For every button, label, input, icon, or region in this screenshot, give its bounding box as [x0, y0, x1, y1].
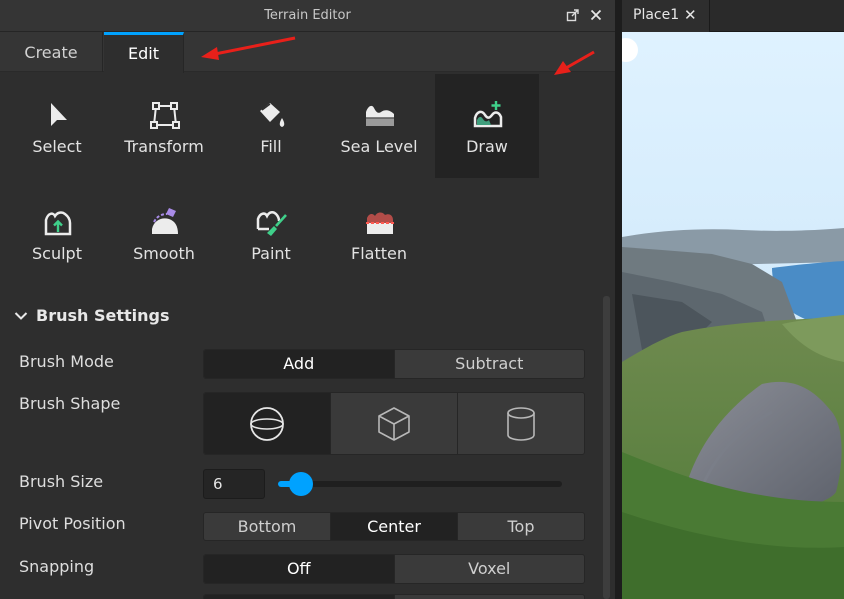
pivot-center[interactable]: Center	[331, 513, 458, 540]
sphere-icon	[250, 406, 284, 441]
pivot-position-selector: Bottom Center Top	[203, 512, 585, 541]
tab-create[interactable]: Create	[0, 32, 103, 72]
shape-cube[interactable]	[331, 393, 458, 454]
tool-label: Paint	[251, 244, 291, 263]
tool-sea-level[interactable]: Sea Level	[327, 74, 431, 178]
tool-smooth[interactable]: Smooth	[112, 181, 216, 285]
tool-label: Transform	[124, 137, 204, 156]
tool-label: Sea Level	[340, 137, 418, 156]
brush-mode-subtract[interactable]: Subtract	[395, 350, 585, 378]
brush-size-input[interactable]: 6	[203, 469, 265, 499]
paint-bucket-icon	[260, 103, 285, 127]
brush-mode-selector: Add Subtract	[203, 349, 585, 379]
brush-mode-label: Brush Mode	[19, 352, 114, 371]
brush-shape-label: Brush Shape	[19, 394, 121, 413]
brush-size-label: Brush Size	[19, 472, 104, 491]
cube-icon	[378, 406, 410, 441]
next-row-selector	[203, 594, 585, 599]
tool-fill[interactable]: Fill	[219, 74, 323, 178]
tool-paint[interactable]: Paint	[219, 181, 323, 285]
tool-sculpt[interactable]: Sculpt	[5, 181, 109, 285]
next-row-option[interactable]	[395, 595, 585, 599]
paint-brush-icon	[256, 211, 287, 236]
brush-settings-header[interactable]: Brush Settings	[14, 306, 169, 330]
annotation-arrow	[201, 36, 296, 60]
shape-cylinder[interactable]	[458, 393, 584, 454]
flatten-icon	[366, 212, 394, 234]
pivot-top[interactable]: Top	[458, 513, 584, 540]
tool-label: Draw	[466, 137, 508, 156]
next-row-option[interactable]	[204, 595, 395, 599]
tool-label: Select	[32, 137, 82, 156]
tool-draw[interactable]: Draw	[435, 74, 539, 178]
snapping-label: Snapping	[19, 557, 95, 576]
cursor-arrow-icon	[51, 103, 67, 126]
snapping-off[interactable]: Off	[204, 555, 395, 583]
panel-title: Terrain Editor	[264, 8, 351, 23]
brush-shape-selector	[203, 392, 585, 455]
tool-label: Fill	[260, 137, 282, 156]
snapping-selector: Off Voxel	[203, 554, 585, 584]
sculpt-icon	[44, 211, 72, 236]
terrain-editor-panel: Terrain Editor Create Edit Select Transf…	[0, 0, 615, 599]
shape-sphere[interactable]	[204, 393, 331, 454]
popout-icon[interactable]	[565, 8, 581, 24]
chevron-down-icon	[14, 306, 30, 325]
pivot-position-label: Pivot Position	[19, 514, 126, 533]
brush-size-slider-thumb[interactable]	[288, 472, 313, 496]
3d-viewport[interactable]	[622, 32, 844, 599]
close-icon[interactable]	[588, 8, 604, 24]
draw-terrain-icon	[473, 101, 503, 128]
tab-label: Place1	[633, 7, 680, 23]
brush-size-slider-track[interactable]	[278, 481, 562, 487]
close-icon[interactable]: ✕	[684, 0, 697, 31]
tool-label: Smooth	[133, 244, 195, 263]
panel-scrollbar[interactable]	[603, 296, 610, 599]
tab-edit[interactable]: Edit	[104, 32, 184, 73]
cylinder-icon	[507, 406, 535, 441]
smooth-icon	[152, 208, 178, 234]
snapping-voxel[interactable]: Voxel	[395, 555, 585, 583]
tool-select[interactable]: Select	[5, 74, 109, 178]
tool-label: Sculpt	[32, 244, 82, 263]
panel-titlebar: Terrain Editor	[0, 0, 615, 32]
tab-place1[interactable]: Place1 ✕	[622, 0, 710, 32]
pivot-bottom[interactable]: Bottom	[204, 513, 331, 540]
transform-box-icon	[150, 102, 180, 129]
tool-flatten[interactable]: Flatten	[327, 181, 431, 285]
terrain-scene	[622, 32, 844, 599]
section-title: Brush Settings	[36, 306, 170, 325]
annotation-arrow	[554, 50, 595, 75]
pane-divider[interactable]	[615, 0, 622, 599]
brush-mode-add[interactable]: Add	[204, 350, 395, 378]
tool-transform[interactable]: Transform	[112, 74, 216, 178]
sea-level-icon	[366, 105, 394, 126]
document-tabs: Place1 ✕	[622, 0, 844, 32]
tool-label: Flatten	[351, 244, 407, 263]
editor-tabs: Create Edit	[0, 32, 615, 73]
